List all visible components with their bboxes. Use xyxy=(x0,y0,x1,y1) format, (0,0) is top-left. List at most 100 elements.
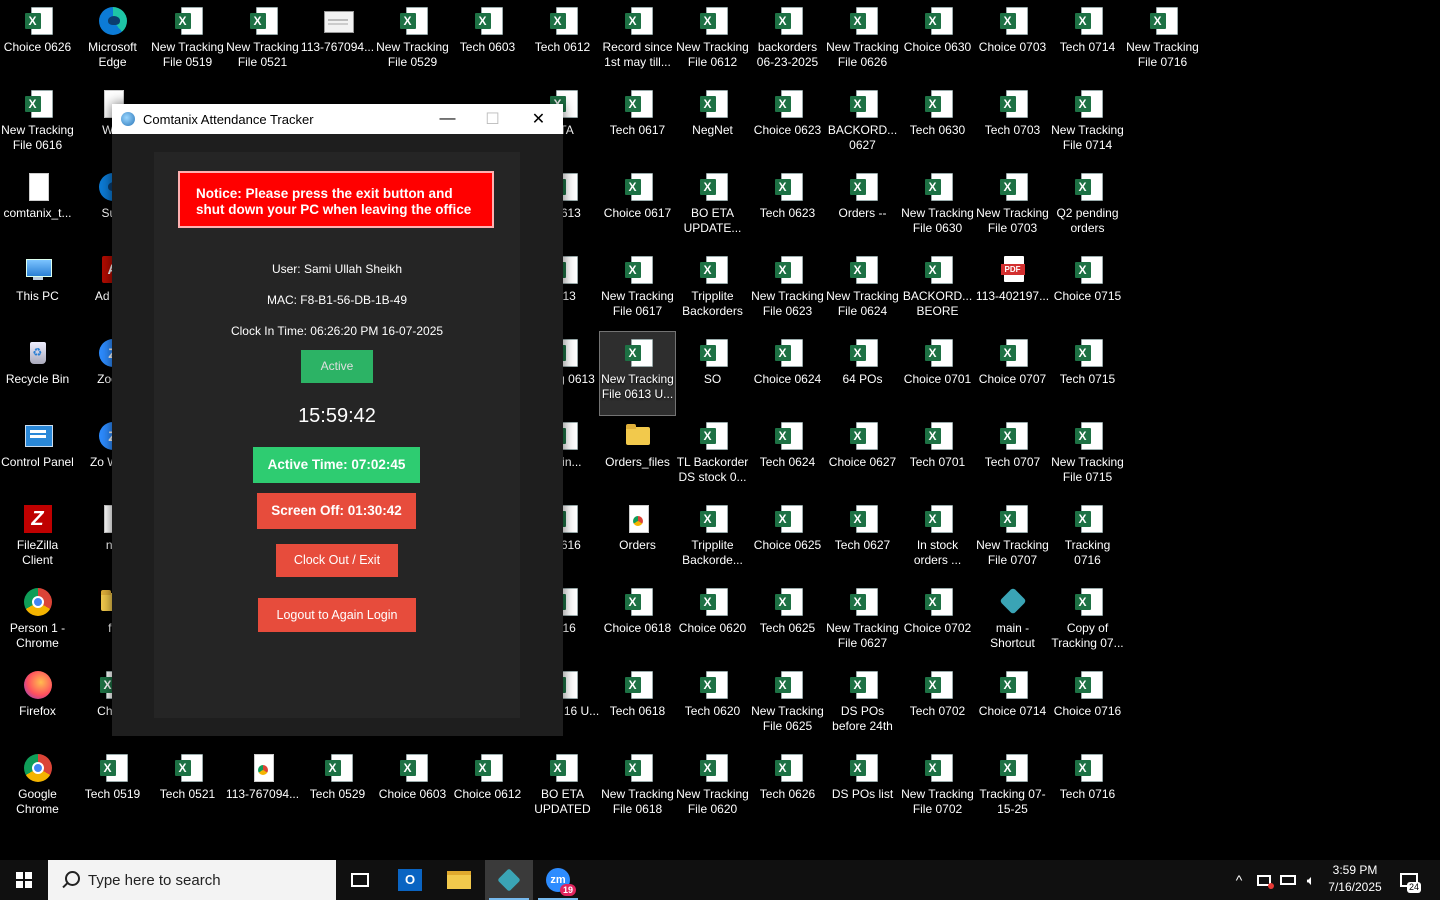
desktop-icon[interactable]: This PC xyxy=(0,249,75,332)
desktop-icon[interactable]: New Tracking File 0612 xyxy=(675,0,750,83)
task-view-button[interactable] xyxy=(336,860,384,900)
desktop-icon[interactable]: Choice 0618 xyxy=(600,581,675,664)
desktop-icon[interactable]: Choice 0702 xyxy=(900,581,975,664)
desktop-icon[interactable]: Choice 0627 xyxy=(825,415,900,498)
desktop-icon[interactable]: Tech 0627 xyxy=(825,498,900,581)
desktop-icon[interactable]: Choice 0603 xyxy=(375,747,450,830)
desktop-icon[interactable]: SO xyxy=(675,332,750,415)
desktop-icon[interactable]: comtanix_t... xyxy=(0,166,75,249)
desktop-icon[interactable]: Tech 0707 xyxy=(975,415,1050,498)
desktop-icon[interactable]: New Tracking File 0529 xyxy=(375,0,450,83)
desktop-icon[interactable]: Choice 0612 xyxy=(450,747,525,830)
desktop-icon[interactable]: Choice 0617 xyxy=(600,166,675,249)
desktop-icon[interactable]: In stock orders ... xyxy=(900,498,975,581)
desktop-icon[interactable]: New Tracking File 0617 xyxy=(600,249,675,332)
desktop-icon[interactable]: Choice 0623 xyxy=(750,83,825,166)
desktop-icon[interactable]: New Tracking File 0625 xyxy=(750,664,825,747)
desktop-icon[interactable]: FileZilla Client xyxy=(0,498,75,581)
desktop-icon[interactable]: New Tracking File 0618 xyxy=(600,747,675,830)
desktop-icon[interactable]: BACKORD... 0627 xyxy=(825,83,900,166)
desktop-icon[interactable]: New Tracking File 0715 xyxy=(1050,415,1125,498)
desktop-icon[interactable]: New Tracking File 0519 xyxy=(150,0,225,83)
desktop-icon[interactable]: Orders -- xyxy=(825,166,900,249)
taskbar-clock[interactable]: 3:59 PM 7/16/2025 xyxy=(1322,862,1388,896)
desktop-icon[interactable]: 113-767094... xyxy=(300,0,375,83)
minimize-button[interactable]: — xyxy=(425,104,470,134)
desktop-icon[interactable]: 113-767094... xyxy=(225,747,300,830)
maximize-button[interactable]: ☐ xyxy=(470,104,515,134)
desktop-icon[interactable]: BO ETA UPDATED xyxy=(525,747,600,830)
desktop-icon[interactable]: New Tracking File 0703 xyxy=(975,166,1050,249)
desktop-icon[interactable]: Tech 0716 xyxy=(1050,747,1125,830)
desktop-icon[interactable]: New Tracking File 0627 xyxy=(825,581,900,664)
desktop-icon[interactable]: Choice 0625 xyxy=(750,498,825,581)
desktop-icon[interactable]: Tech 0519 xyxy=(75,747,150,830)
desktop-icon[interactable]: Orders_files xyxy=(600,415,675,498)
desktop-icon[interactable]: Choice 0620 xyxy=(675,581,750,664)
desktop-icon[interactable]: Google Chrome xyxy=(0,747,75,830)
desktop-icon[interactable]: Tech 0612 xyxy=(525,0,600,83)
desktop-icon[interactable]: Choice 0701 xyxy=(900,332,975,415)
desktop-icon[interactable]: Tech 0703 xyxy=(975,83,1050,166)
desktop-icon[interactable]: Tripplite Backorders xyxy=(675,249,750,332)
desktop-icon[interactable]: Q2 pending orders xyxy=(1050,166,1125,249)
desktop-icon[interactable]: Orders xyxy=(600,498,675,581)
desktop-icon[interactable]: New Tracking File 0630 xyxy=(900,166,975,249)
desktop-icon[interactable]: New Tracking File 0623 xyxy=(750,249,825,332)
clock-out-exit-button[interactable]: Clock Out / Exit xyxy=(276,544,398,577)
close-button[interactable]: ✕ xyxy=(516,104,561,134)
desktop-icon[interactable]: 113-402197... xyxy=(975,249,1050,332)
tray-security-icon[interactable] xyxy=(1252,860,1276,900)
desktop-icon[interactable]: Choice 0630 xyxy=(900,0,975,83)
taskbar-attendance-tracker[interactable] xyxy=(485,860,533,900)
desktop-icon[interactable]: Tracking 0716 xyxy=(1050,498,1125,581)
desktop-icon[interactable]: BACKORD... BEORE 23R... xyxy=(900,249,975,332)
desktop-icon[interactable]: New Tracking File 0716 xyxy=(1125,0,1200,83)
desktop-icon[interactable]: Firefox xyxy=(0,664,75,747)
desktop-icon[interactable]: Choice 0714 xyxy=(975,664,1050,747)
desktop-icon[interactable]: NegNet xyxy=(675,83,750,166)
desktop-icon[interactable]: Tech 0630 xyxy=(900,83,975,166)
desktop-icon[interactable]: New Tracking File 0521 xyxy=(225,0,300,83)
desktop-icon[interactable]: Choice 0624 xyxy=(750,332,825,415)
desktop-icon[interactable]: 64 POs xyxy=(825,332,900,415)
desktop-icon[interactable]: Record since 1st may till... xyxy=(600,0,675,83)
network-icon[interactable] xyxy=(1276,860,1300,900)
desktop-icon[interactable]: DS POs list xyxy=(825,747,900,830)
desktop-icon[interactable]: New Tracking File 0714 xyxy=(1050,83,1125,166)
desktop-icon[interactable]: main - Shortcut xyxy=(975,581,1050,664)
desktop-icon[interactable]: Tech 0701 xyxy=(900,415,975,498)
desktop-icon[interactable]: Tech 0626 xyxy=(750,747,825,830)
desktop-icon[interactable]: Tech 0625 xyxy=(750,581,825,664)
desktop-icon[interactable]: Tech 0529 xyxy=(300,747,375,830)
desktop-icon[interactable]: Tech 0521 xyxy=(150,747,225,830)
volume-icon[interactable]: 🔈︎ xyxy=(1300,860,1322,900)
desktop-icon[interactable]: Tech 0617 xyxy=(600,83,675,166)
desktop-icon[interactable]: New Tracking File 0707 xyxy=(975,498,1050,581)
desktop-icon[interactable]: Tech 0702 xyxy=(900,664,975,747)
notification-center-button[interactable] xyxy=(1392,860,1426,900)
desktop-icon[interactable]: TL Backorder DS stock 0... xyxy=(675,415,750,498)
desktop-icon[interactable]: Choice 0626 xyxy=(0,0,75,83)
desktop-icon[interactable]: backorders 06-23-2025 xyxy=(750,0,825,83)
desktop-icon[interactable]: New Tracking File 0624 xyxy=(825,249,900,332)
desktop-icon[interactable]: Tracking 07-15-25 xyxy=(975,747,1050,830)
start-button[interactable] xyxy=(0,860,48,900)
desktop-icon[interactable]: Person 1 - Chrome xyxy=(0,581,75,664)
desktop-icon[interactable]: Tech 0624 xyxy=(750,415,825,498)
desktop-icon[interactable]: DS POs before 24th xyxy=(825,664,900,747)
desktop-icon[interactable]: New Tracking File 0702 xyxy=(900,747,975,830)
desktop-icon[interactable]: Tech 0715 xyxy=(1050,332,1125,415)
desktop-icon[interactable]: Tripplite Backorde... xyxy=(675,498,750,581)
window-titlebar[interactable]: Comtanix Attendance Tracker — ☐ ✕ xyxy=(112,104,563,134)
desktop-icon[interactable]: Choice 0703 xyxy=(975,0,1050,83)
taskbar-search-box[interactable]: Type here to search xyxy=(48,860,336,900)
desktop-icon[interactable]: Tech 0620 xyxy=(675,664,750,747)
desktop-icon[interactable]: Tech 0714 xyxy=(1050,0,1125,83)
desktop-icon[interactable]: Choice 0716 xyxy=(1050,664,1125,747)
desktop-icon[interactable]: New Tracking File 0620 xyxy=(675,747,750,830)
desktop-icon[interactable]: BO ETA UPDATE... xyxy=(675,166,750,249)
taskbar-outlook[interactable]: O xyxy=(386,860,434,900)
desktop-icon[interactable]: Microsoft Edge xyxy=(75,0,150,83)
desktop-icon[interactable]: New Tracking File 0616 xyxy=(0,83,75,166)
